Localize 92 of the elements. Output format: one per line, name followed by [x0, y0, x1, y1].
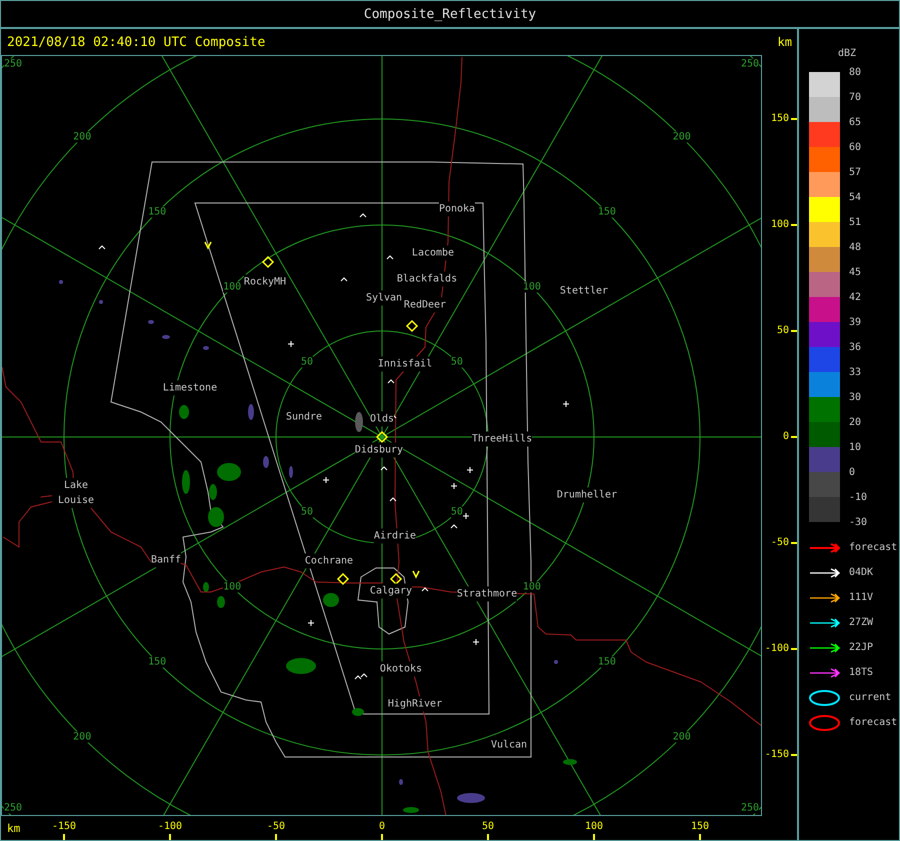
axis-tick-label: -100: [764, 643, 789, 655]
axis-tick-label: -50: [266, 821, 286, 832]
place-label: Ponoka: [438, 202, 476, 216]
scale-label: 57: [849, 166, 862, 180]
range-ring-label: 250: [740, 802, 760, 814]
range-ring-label: 100: [223, 581, 242, 592]
axis-tick-label: 50: [776, 325, 789, 337]
scale-label: 65: [849, 116, 862, 130]
axis-tick-label: 150: [690, 821, 710, 832]
place-label: RockyMH: [244, 274, 286, 290]
axis-tick-label: 0: [378, 821, 386, 832]
place-label: Olds: [370, 412, 394, 426]
axis-tick-label: 100: [584, 821, 604, 832]
scale-label: 60: [849, 141, 862, 155]
range-ring-label: 50: [301, 506, 314, 518]
window-title: Composite_Reflectivity: [364, 6, 536, 22]
range-ring-label: 100: [522, 282, 541, 293]
chevron-icon: [412, 570, 420, 579]
range-ring-label: 150: [598, 206, 616, 218]
diamond-icon: [336, 572, 350, 586]
chevron-icon: [204, 242, 212, 250]
place-label: Limestone: [162, 380, 218, 396]
place-label: HighRiver: [388, 696, 442, 712]
range-ring-label: 50: [301, 356, 314, 368]
range-ring-label: 200: [73, 731, 92, 742]
range-ring-label: 100: [522, 581, 541, 592]
legend-label: forecast: [849, 717, 898, 728]
scale-label: -10: [849, 491, 868, 505]
legend-label: current: [849, 692, 892, 703]
range-ring-label: 50: [450, 506, 463, 518]
place-label: Strathmore: [456, 586, 518, 602]
legend-label: 04DK: [849, 567, 874, 578]
axis-unit-label: km: [7, 822, 20, 835]
scale-label: 51: [849, 216, 862, 230]
range-ring-label: 250: [4, 802, 22, 814]
scale-label: 33: [849, 366, 862, 380]
axis-tick-label: -50: [770, 537, 789, 549]
legend-label: 111V: [849, 592, 874, 603]
axis-unit-label: km: [778, 35, 792, 49]
axis-tick-label: 100: [770, 219, 789, 231]
scale-label: 45: [849, 266, 862, 280]
axis-tick-label: 0: [782, 431, 789, 443]
range-ring-label: 150: [598, 656, 616, 668]
place-label: Cochrane: [304, 554, 354, 568]
scale-label: 42: [849, 291, 862, 305]
place-label: Didsbury: [354, 442, 404, 458]
range-ring-label: 150: [148, 206, 166, 218]
scale-label: 10: [849, 441, 862, 455]
axis-tick-label: -100: [158, 821, 182, 832]
axis-tick-label: -150: [52, 821, 76, 832]
legend-label: 27ZW: [849, 617, 874, 628]
scale-label: 0: [849, 466, 856, 480]
axis-tick-label: 150: [770, 113, 789, 125]
place-label: Okotoks: [380, 662, 422, 676]
range-ring-label: 250: [4, 58, 22, 70]
place-label: Calgary: [370, 584, 412, 598]
scale-label: 70: [849, 91, 862, 105]
axis-tick-label: -150: [764, 749, 789, 761]
range-ring-label: 250: [740, 58, 760, 70]
range-ring-label: 150: [148, 656, 166, 668]
scale-label: 30: [849, 391, 862, 405]
range-ring-label: 200: [672, 132, 691, 143]
scale-label: 36: [849, 341, 862, 355]
scale-label: 54: [849, 191, 862, 205]
diamond-icon: [376, 430, 388, 444]
range-ring-label: 50: [450, 356, 463, 368]
place-label: Blackfalds: [396, 272, 458, 286]
scale-label: 20: [849, 416, 862, 430]
scale-label: 48: [849, 241, 862, 255]
place-label: Airdrie: [374, 528, 416, 544]
place-label: Innisfail: [378, 356, 432, 372]
place-label: Banff: [150, 552, 182, 568]
place-label: Drumheller: [556, 488, 618, 502]
diamond-icon: [406, 320, 418, 332]
place-label: Lacombe: [412, 246, 454, 260]
diamond-icon: [262, 256, 274, 268]
range-ring-label: 200: [672, 731, 691, 742]
place-label: Sylvan: [366, 290, 402, 306]
legend-label: 22JP: [849, 642, 874, 653]
scale-label: 80: [849, 66, 862, 80]
legend-label: forecast: [849, 542, 898, 553]
place-label: RedDeer: [404, 298, 446, 312]
legend-title: dBZ: [838, 47, 858, 61]
place-label: ThreeHills: [472, 432, 532, 446]
timestamp-label: 2021/08/18 02:40:10 UTC Composite: [7, 34, 266, 50]
diamond-icon: [390, 572, 402, 586]
range-ring-label: 100: [223, 282, 242, 293]
scale-label: -30: [849, 516, 868, 530]
range-ring-label: 200: [73, 132, 92, 143]
axis-tick-label: 50: [482, 821, 494, 832]
legend-label: 18TS: [849, 667, 874, 678]
scale-label: 39: [849, 316, 862, 330]
